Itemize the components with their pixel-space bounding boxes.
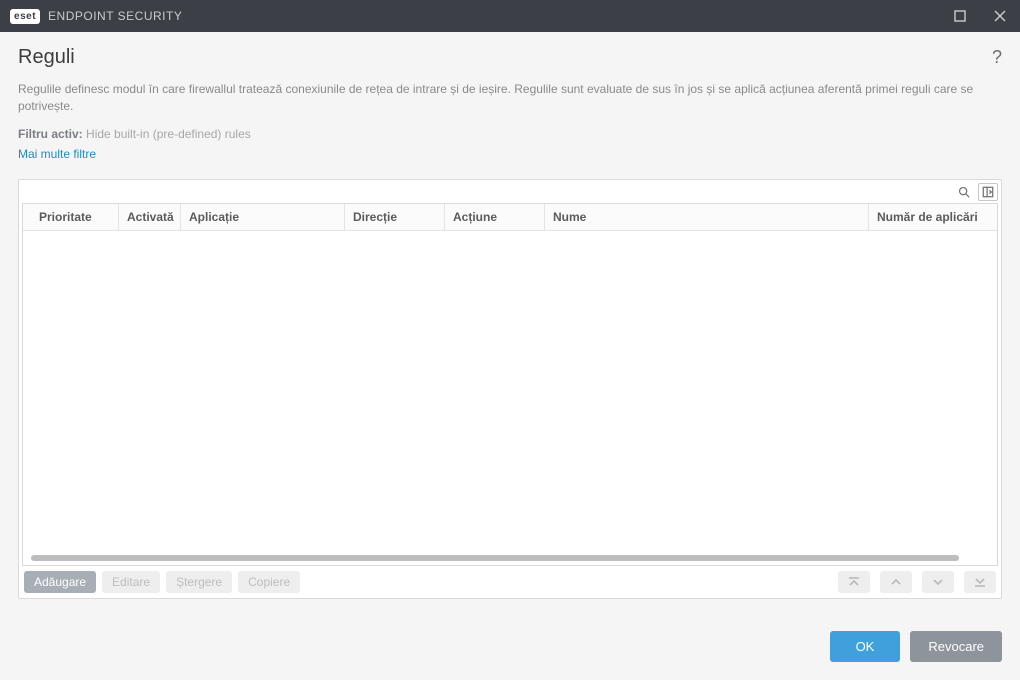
panel-actions: Adăugare Editare Ștergere Copiere: [22, 566, 998, 595]
move-down-button[interactable]: [922, 571, 954, 593]
copy-button[interactable]: Copiere: [238, 571, 300, 593]
search-icon: [958, 186, 970, 198]
rules-panel: Prioritate Activată Aplicație Direcție A…: [18, 179, 1002, 599]
content: Reguli ? Regulile definesc modul în care…: [0, 32, 1020, 680]
add-button[interactable]: Adăugare: [24, 571, 96, 593]
col-name[interactable]: Nume: [545, 204, 869, 230]
brand-logo: eset: [10, 9, 40, 24]
col-direction[interactable]: Direcție: [345, 204, 445, 230]
dialog-footer: OK Revocare: [18, 599, 1002, 662]
product-name: ENDPOINT SECURITY: [48, 9, 182, 23]
table-body: [23, 231, 997, 565]
chevron-top-icon: [847, 576, 861, 588]
toolbar-row: [22, 183, 998, 201]
move-bottom-button[interactable]: [964, 571, 996, 593]
delete-button[interactable]: Ștergere: [166, 571, 232, 593]
titlebar: eset ENDPOINT SECURITY: [0, 0, 1020, 32]
col-apply-count[interactable]: Număr de aplicări: [869, 204, 997, 230]
filter-value: Hide built-in (pre-defined) rules: [86, 127, 251, 141]
move-up-button[interactable]: [880, 571, 912, 593]
close-icon: [994, 10, 1006, 22]
col-enabled[interactable]: Activată: [119, 204, 181, 230]
filter-label: Filtru activ:: [18, 127, 83, 141]
chevron-up-icon: [889, 576, 903, 588]
window-maximize-button[interactable]: [940, 0, 980, 32]
window-close-button[interactable]: [980, 0, 1020, 32]
help-button[interactable]: ?: [992, 47, 1002, 68]
active-filter: Filtru activ: Hide built-in (pre-defined…: [18, 127, 1002, 141]
table-header-row: Prioritate Activată Aplicație Direcție A…: [23, 204, 997, 231]
columns-icon: [982, 186, 994, 198]
edit-button[interactable]: Editare: [102, 571, 160, 593]
page-title: Reguli: [18, 46, 992, 69]
col-action[interactable]: Acțiune: [445, 204, 545, 230]
col-application[interactable]: Aplicație: [181, 204, 345, 230]
move-top-button[interactable]: [838, 571, 870, 593]
search-button[interactable]: [954, 183, 974, 201]
columns-button[interactable]: [978, 183, 998, 201]
rules-table: Prioritate Activată Aplicație Direcție A…: [22, 203, 998, 566]
ok-button[interactable]: OK: [830, 631, 901, 662]
chevron-down-icon: [931, 576, 945, 588]
maximize-icon: [954, 10, 966, 22]
chevron-bottom-icon: [973, 576, 987, 588]
more-filters-link[interactable]: Mai multe filtre: [18, 147, 1002, 161]
page-description: Regulile definesc modul în care firewall…: [18, 81, 1002, 115]
horizontal-scrollbar[interactable]: [31, 555, 959, 561]
col-priority[interactable]: Prioritate: [23, 204, 119, 230]
cancel-button[interactable]: Revocare: [910, 631, 1002, 662]
